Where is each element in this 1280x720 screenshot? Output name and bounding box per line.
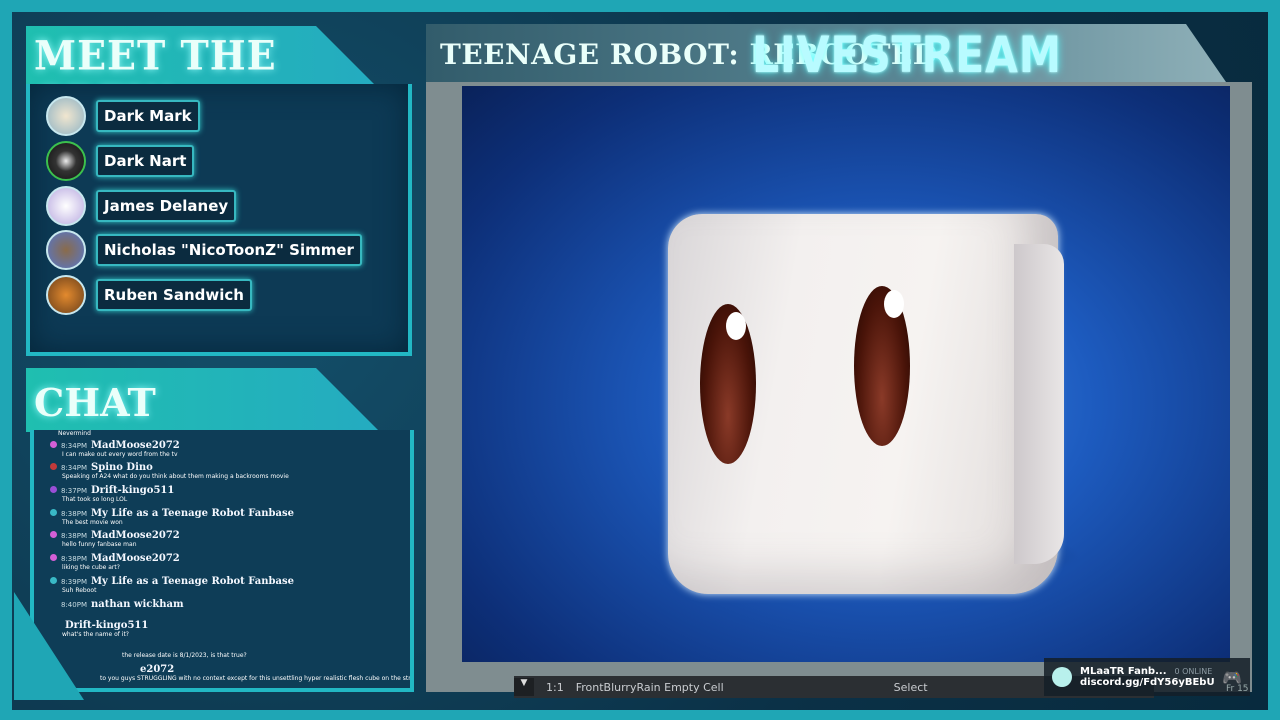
chat-message: 8:38PM MadMoose2072 hello funny fanbase m… <box>50 530 406 548</box>
chat-username: My Life as a Teenage Robot Fanbase <box>90 576 294 587</box>
chat-message-text: the release date is 8/1/2023, is that tr… <box>122 652 247 659</box>
chat-message: e2072 to you guys STRUGGLING with no con… <box>50 664 414 682</box>
chat-timestamp: 8:39PM <box>61 578 87 586</box>
chat-message: 8:40PM nathan wickham <box>50 599 406 610</box>
livestream-label: LIVESTREAM <box>752 26 1062 84</box>
chat-message: 8:34PM Spino Dino Speaking of A24 what do… <box>50 462 406 480</box>
chat-username: MadMoose2072 <box>90 553 180 564</box>
chat-username: Drift-kingo511 <box>90 485 175 496</box>
avatar <box>46 141 86 181</box>
user-badge-icon <box>50 463 57 470</box>
chat-message-text: Suh Reboot <box>62 587 97 594</box>
user-badge-icon <box>50 441 57 448</box>
chat-message: the release date is 8/1/2023, is that tr… <box>50 652 406 659</box>
crew-member: James Delaney <box>46 186 237 226</box>
chat-message: Drift-kingo511 what's the name of it? <box>50 620 406 638</box>
crew-member-name: James Delaney <box>96 190 237 222</box>
art-canvas[interactable] <box>462 86 1230 662</box>
crew-member: Dark Nart <box>46 141 195 181</box>
chat-message-text: what's the name of it? <box>62 631 129 638</box>
stream-frame: TEENAGE ROBOT: REBOOTED LIVESTREAM ▼ 1:1… <box>426 24 1274 714</box>
chat-username: MadMoose2072 <box>90 440 180 451</box>
chat-username: MadMoose2072 <box>90 530 180 541</box>
user-badge-icon <box>50 554 57 561</box>
chat-timestamp: 8:38PM <box>61 555 87 563</box>
chat-username: My Life as a Teenage Robot Fanbase <box>90 508 294 519</box>
chat-message-text: to you guys STRUGGLING with no context e… <box>100 675 414 682</box>
chat-panel: CHAT Nevermind 8:34PM MadMoose2072 I can … <box>14 368 414 700</box>
chat-timestamp: 8:34PM <box>61 442 87 450</box>
chat-message: 8:37PM Drift-kingo511 That took so long L… <box>50 485 406 503</box>
current-tool: Select <box>893 680 928 694</box>
avatar <box>46 230 86 270</box>
user-badge-icon <box>50 531 57 538</box>
chat-username: Drift-kingo511 <box>65 620 149 631</box>
crew-member: Ruben Sandwich <box>46 275 252 315</box>
overlay-frame-left <box>0 0 12 720</box>
crew-member-name: Ruben Sandwich <box>96 279 252 311</box>
zoom-level[interactable]: 1:1 <box>546 681 564 694</box>
chat-log[interactable]: Nevermind 8:34PM MadMoose2072 I can make … <box>30 430 414 692</box>
cube-side-face <box>1014 244 1064 564</box>
chat-message-text: hello funny fanbase man <box>62 541 137 548</box>
flesh-cube-illustration <box>668 214 1064 594</box>
chat-message-text: That took so long LOL <box>62 496 128 503</box>
avatar <box>46 275 86 315</box>
avatar <box>46 186 86 226</box>
chat-message-text: Nevermind <box>58 430 91 437</box>
crew-member: Dark Mark <box>46 96 200 136</box>
user-badge-icon <box>50 509 57 516</box>
chat-timestamp: 8:34PM <box>61 464 87 472</box>
layer-dropdown-button[interactable]: ▼ <box>514 678 534 696</box>
user-badge-icon <box>50 486 57 493</box>
chat-timestamp: 8:37PM <box>61 487 87 495</box>
chat-message: 8:38PM MadMoose2072 liking the cube art? <box>50 553 406 571</box>
server-icon <box>1052 667 1072 687</box>
crew-list: Dark Mark Dark Nart James Delaney Nichol… <box>26 84 412 356</box>
chat-title: CHAT <box>34 380 156 425</box>
chat-message-text: liking the cube art? <box>62 564 120 571</box>
discord-widget[interactable]: MLaaTR Fanb... 0 ONLINE discord.gg/FdY56… <box>1044 658 1250 696</box>
chat-username: nathan wickham <box>90 599 184 610</box>
chat-message: 8:34PM MadMoose2072 I can make out every … <box>50 440 406 458</box>
discord-online-count: 0 ONLINE <box>1174 667 1213 676</box>
frame-counter: Fr 15 <box>1226 684 1249 694</box>
chat-username: e2072 <box>140 664 175 675</box>
current-layer: FrontBlurryRain Empty Cell <box>575 680 724 694</box>
chat-message: 8:39PM My Life as a Teenage Robot Fanbase… <box>50 576 406 594</box>
chat-timestamp: 8:38PM <box>61 510 87 518</box>
chat-message: 8:38PM My Life as a Teenage Robot Fanbase… <box>50 508 406 526</box>
crew-member-name: Dark Nart <box>96 145 195 177</box>
chat-timestamp: 8:40PM <box>61 601 87 609</box>
user-badge-icon <box>50 621 57 628</box>
chat-timestamp: 8:38PM <box>61 532 87 540</box>
avatar <box>46 96 86 136</box>
user-badge-icon <box>50 600 57 607</box>
discord-invite-link[interactable]: discord.gg/FdY56yBEbU <box>1080 677 1215 688</box>
overlay-frame-top <box>0 0 1280 12</box>
eye-shine <box>726 312 746 340</box>
chat-message-text: Speaking of A24 what do you think about … <box>62 473 289 480</box>
right-eye <box>854 286 910 446</box>
chat-username: Spino Dino <box>90 462 153 473</box>
discord-server-name: MLaaTR Fanb... <box>1080 666 1167 677</box>
eye-shine <box>884 290 904 318</box>
user-badge-icon <box>50 577 57 584</box>
crew-panel: MEET THE CREW Dark Mark Dark Nart James … <box>26 26 412 356</box>
crew-member-name: Dark Mark <box>96 100 200 132</box>
crew-member-name: Nicholas "NicoToonZ" Simmer <box>96 234 362 266</box>
chat-message-text: The best movie won <box>62 519 123 526</box>
chat-message-text: I can make out every word from the tv <box>62 451 178 458</box>
left-eye <box>700 304 756 464</box>
crew-member: Nicholas "NicoToonZ" Simmer <box>46 230 362 270</box>
